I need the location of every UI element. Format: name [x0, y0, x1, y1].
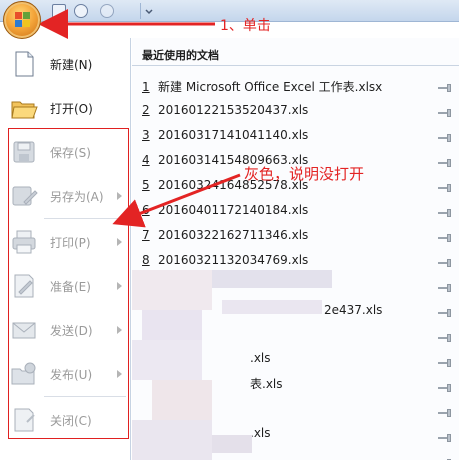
close-label: 关闭(C) [50, 414, 92, 428]
chevron-right-icon [117, 192, 122, 200]
office-button[interactable] [3, 1, 41, 39]
pin-icon[interactable] [438, 259, 452, 267]
save-disk-icon [13, 141, 35, 163]
pin-icon[interactable] [438, 409, 452, 417]
pin-icon[interactable] [438, 284, 452, 292]
undo-icon[interactable] [74, 4, 88, 18]
recent-document-number: 3 [142, 128, 150, 142]
pin-icon[interactable] [438, 359, 452, 367]
pin-icon[interactable] [438, 309, 452, 317]
customize-icon[interactable] [144, 4, 154, 18]
save-as-button[interactable]: 另存为(A) [0, 176, 131, 216]
new-label: 新建(N) [50, 58, 93, 72]
recent-document-name: 表.xls [250, 377, 283, 391]
prepare-label: 准备(E) [50, 280, 91, 294]
recent-document-name: .xls [250, 351, 271, 365]
print-label: 打印(P) [50, 236, 91, 250]
pin-icon[interactable] [438, 184, 452, 192]
close-document-icon [14, 408, 35, 432]
recent-document-item[interactable]: .xls [250, 426, 459, 448]
recent-document-item[interactable]: 2 20160122153520437.xls [142, 103, 442, 125]
chevron-right-icon [117, 282, 122, 290]
recent-document-number: 1 [142, 80, 150, 94]
recent-document-item[interactable]: 7 20160322162711346.xls [142, 228, 442, 250]
printer-icon [12, 230, 36, 254]
pin-icon[interactable] [438, 234, 452, 242]
recent-document-number: 6 [142, 203, 150, 217]
save-as-icon [12, 186, 38, 206]
redo-icon[interactable] [100, 4, 114, 18]
office-menu-commands: 新建(N) 打开(O) 保存(S) 另存为(A) 打印(P) 准备(E) 发送(… [0, 38, 131, 460]
pin-icon[interactable] [438, 434, 452, 442]
pin-icon[interactable] [438, 109, 452, 117]
chevron-right-icon [117, 238, 122, 246]
recent-document-item[interactable]: 表.xls [250, 375, 459, 397]
recent-document-item[interactable]: 9 17 [142, 278, 442, 300]
annotation-note: 灰色，说明没打开 [244, 165, 365, 183]
prepare-button[interactable]: 准备(E) [0, 266, 131, 306]
menu-divider [44, 396, 126, 397]
recent-document-number: 2 [142, 103, 150, 117]
pin-icon[interactable] [438, 209, 452, 217]
recent-document-item[interactable]: 6 20160401172140184.xls [142, 203, 442, 225]
recent-document-item[interactable]: 8 20160321132034769.xls [142, 253, 442, 275]
send-button[interactable]: 发送(D) [0, 310, 131, 350]
recent-document-number: 4 [142, 153, 150, 167]
new-document-icon [15, 51, 34, 77]
pin-icon[interactable] [438, 159, 452, 167]
save-icon[interactable] [52, 4, 66, 18]
recent-document-number: 9 [142, 278, 150, 292]
chevron-right-icon [117, 326, 122, 334]
print-button[interactable]: 打印(P) [0, 222, 131, 262]
title-divider [132, 65, 459, 66]
pin-icon[interactable] [438, 134, 452, 142]
publish-label: 发布(U) [50, 368, 93, 382]
recent-documents-title: 最近使用的文档 [142, 49, 219, 62]
recent-document-item[interactable]: 1 新建 Microsoft Office Excel 工作表.xlsx [142, 78, 442, 100]
pin-icon[interactable] [438, 384, 452, 392]
pin-icon[interactable] [438, 334, 452, 342]
open-label: 打开(O) [50, 102, 93, 116]
recent-document-name: 20160317141041140.xls [158, 128, 309, 142]
recent-document-name: 2e437.xls [324, 303, 383, 317]
save-button[interactable]: 保存(S) [0, 132, 131, 172]
recent-document-name: 20160321132034769.xls [158, 253, 309, 267]
open-button[interactable]: 打开(O) [0, 88, 131, 128]
annotation-step1: 1、单击 [220, 18, 271, 34]
recent-document-number: 7 [142, 228, 150, 242]
menu-divider [44, 218, 126, 219]
publish-folder-icon [11, 362, 36, 385]
close-button[interactable]: 关闭(C) [0, 400, 131, 440]
publish-button[interactable]: 发布(U) [0, 354, 131, 394]
send-label: 发送(D) [50, 324, 93, 338]
chevron-right-icon [117, 370, 122, 378]
send-envelope-icon [12, 322, 36, 339]
recent-document-name: 新建 Microsoft Office Excel 工作表.xlsx [158, 80, 383, 94]
toolbar-separator [140, 3, 141, 19]
open-folder-icon [11, 101, 38, 119]
recent-document-name: 20160401172140184.xls [158, 203, 309, 217]
prepare-document-icon [14, 274, 34, 298]
recent-document-item[interactable]: .xls [250, 351, 459, 373]
recent-document-name: 20160322162711346.xls [158, 228, 309, 242]
save-as-label: 另存为(A) [50, 190, 104, 204]
recent-document-name: 17 [158, 278, 174, 292]
recent-document-number: 5 [142, 178, 150, 192]
office-logo-icon [15, 12, 31, 28]
recent-documents-panel: 最近使用的文档 1 新建 Microsoft Office Excel 工作表.x… [132, 38, 459, 460]
recent-document-item[interactable]: 3 20160317141041140.xls [142, 128, 442, 150]
recent-document-name: 20160122153520437.xls [158, 103, 309, 117]
new-button[interactable]: 新建(N) [0, 44, 131, 84]
pin-icon[interactable] [438, 84, 452, 92]
save-label: 保存(S) [50, 146, 91, 160]
recent-document-name: .xls [250, 426, 271, 440]
recent-document-number: 8 [142, 253, 150, 267]
